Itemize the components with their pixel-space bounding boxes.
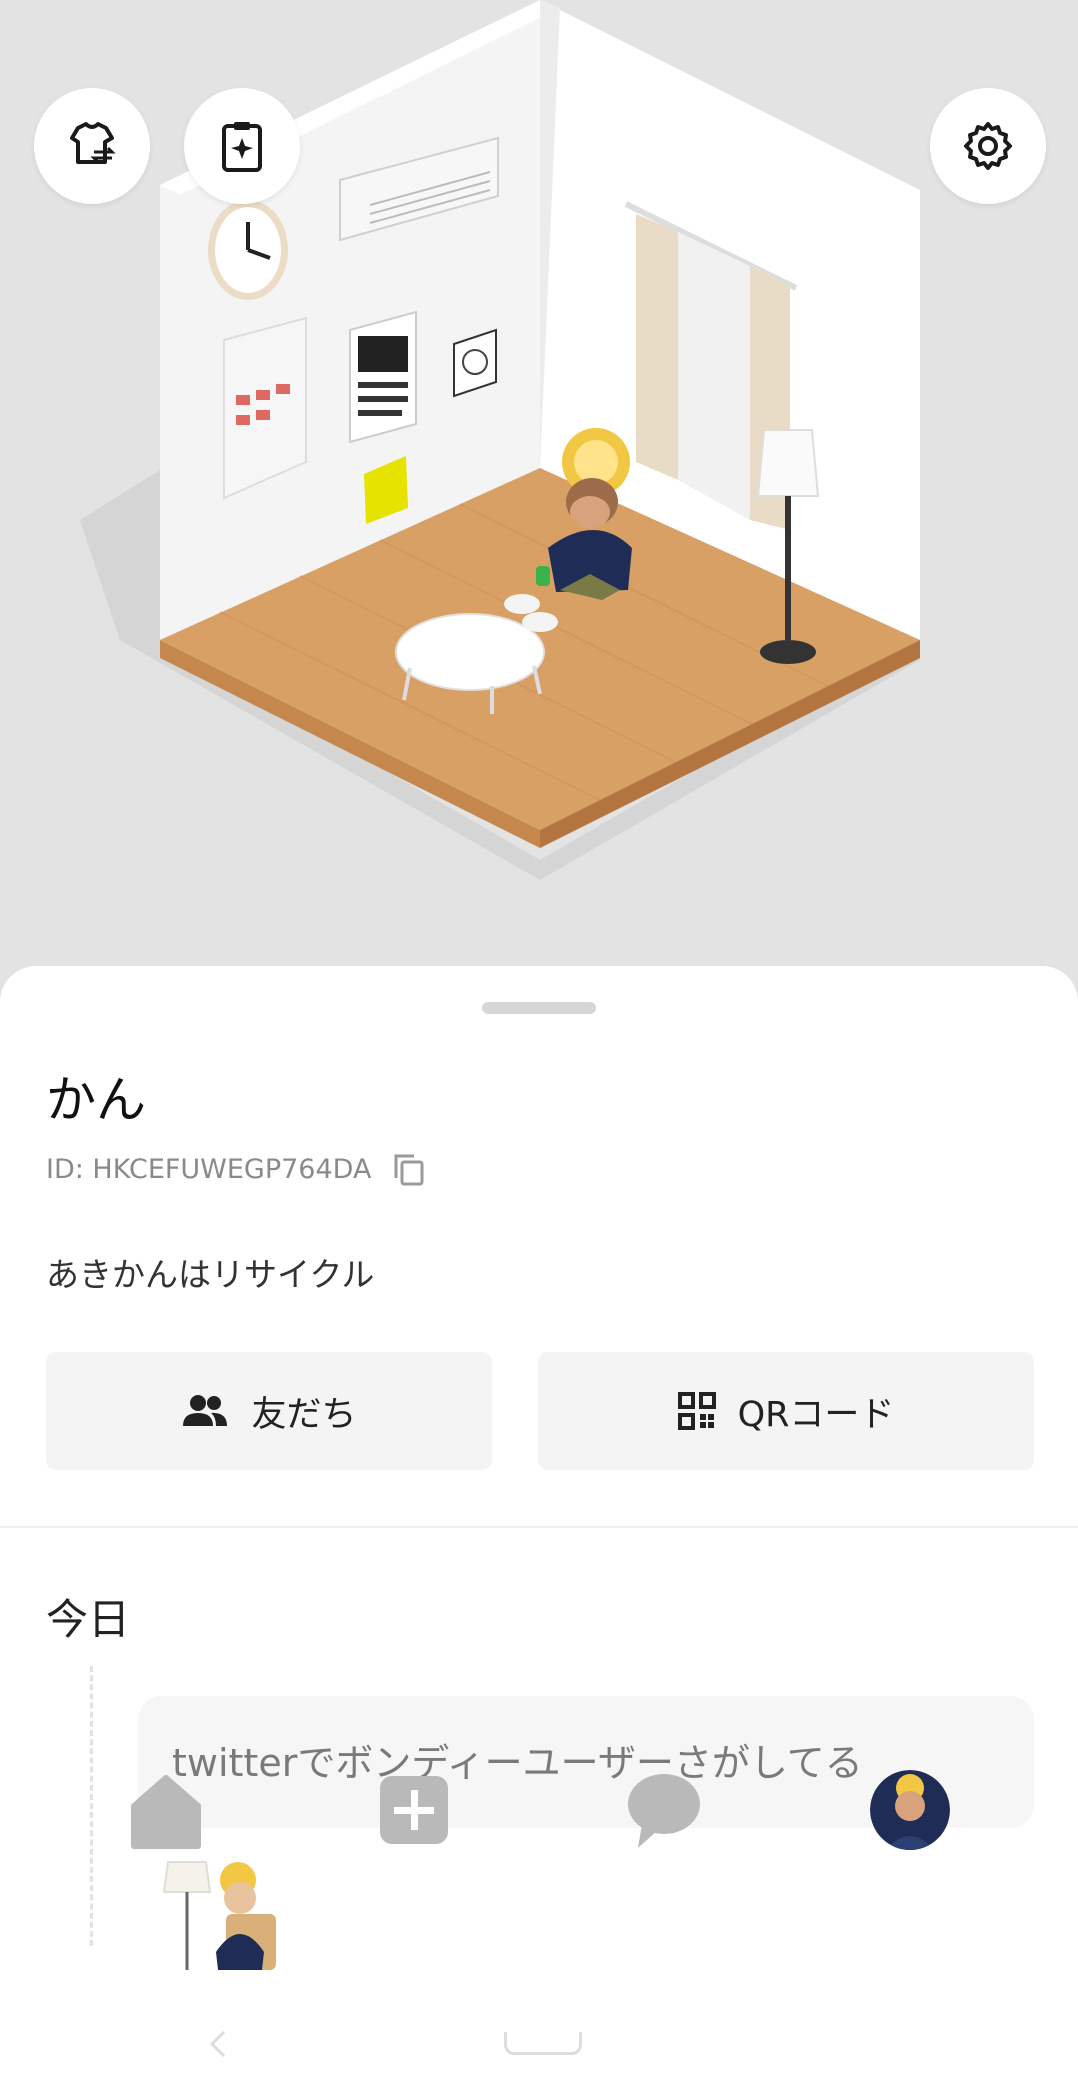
copy-icon[interactable] [392, 1152, 426, 1188]
outfit-change-button[interactable] [34, 88, 150, 204]
post-room-thumbnail[interactable] [152, 1852, 282, 1972]
system-back-icon[interactable] [204, 2024, 232, 2064]
timeline-heading: 今日 [46, 1595, 131, 1644]
qr-code-button[interactable]: QRコード [538, 1352, 1034, 1470]
settings-button[interactable] [930, 88, 1046, 204]
home-icon[interactable] [126, 1770, 206, 1850]
section-divider [0, 1526, 1078, 1528]
profile-sheet[interactable]: かん ID: HKCEFUWEGP764DA あきかんはリサイクル 友だち QR… [0, 966, 1078, 2099]
user-id: ID: HKCEFUWEGP764DA [46, 1154, 372, 1185]
room-illustration [80, 0, 920, 880]
daily-board-button[interactable] [184, 88, 300, 204]
plus-square-icon[interactable] [374, 1770, 454, 1850]
qr-code-icon [677, 1392, 716, 1430]
room-scene[interactable] [0, 0, 1078, 980]
clipboard-sparkle-icon [222, 122, 262, 172]
timeline-line [90, 1666, 93, 1946]
system-home-button[interactable] [504, 2032, 582, 2055]
gear-icon [964, 122, 1012, 170]
shirt-swap-icon [70, 122, 116, 164]
people-icon [183, 1395, 228, 1426]
friends-button[interactable]: 友だち [46, 1352, 492, 1470]
username: かん [46, 1071, 146, 1129]
qr-label: QRコード [737, 1394, 895, 1435]
drag-handle[interactable] [482, 1002, 596, 1014]
friends-label: 友だち [251, 1394, 357, 1435]
status-message: あきかんはリサイクル [46, 1255, 375, 1294]
speech-bubble-icon[interactable] [622, 1770, 702, 1850]
avatar[interactable] [870, 1770, 950, 1850]
post-text: twitterでボンディーユーザーさがしてる [172, 1741, 863, 1785]
